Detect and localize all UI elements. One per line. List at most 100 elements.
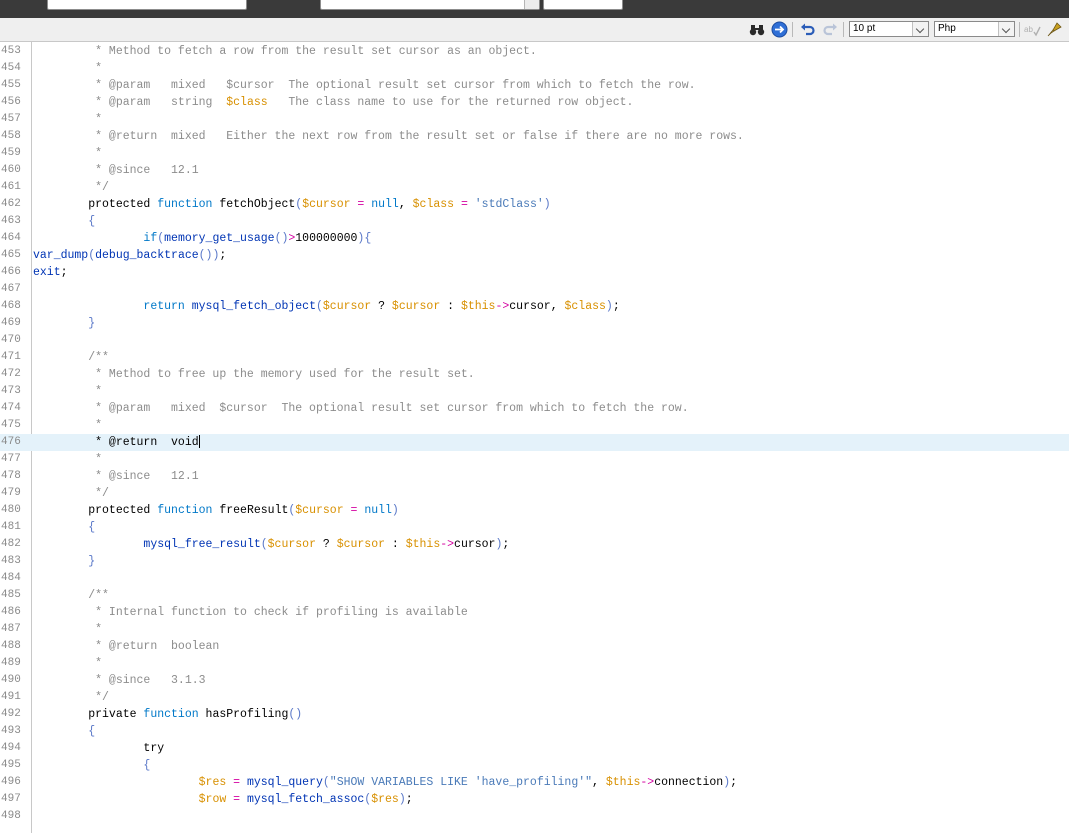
code-line[interactable]: 465 var_dump(debug_backtrace());: [0, 247, 1069, 264]
line-number: 479: [1, 487, 21, 499]
code-editor[interactable]: 453 * Method to fetch a row from the res…: [0, 42, 1069, 833]
syntax-language-value: Php: [938, 23, 956, 34]
font-size-select[interactable]: 10 pt: [849, 21, 929, 37]
code-line[interactable]: 487 *: [0, 621, 1069, 638]
code-line[interactable]: 484: [0, 570, 1069, 587]
code-line[interactable]: 460 * @since 12.1: [0, 162, 1069, 179]
code-token: ): [391, 504, 399, 517]
code-line[interactable]: 481 {: [0, 519, 1069, 536]
line-number: 492: [1, 708, 21, 720]
code-line[interactable]: 498: [0, 808, 1069, 825]
code-token: *: [33, 62, 103, 75]
code-line[interactable]: 478 * @since 12.1: [0, 468, 1069, 485]
code-line[interactable]: 480 protected function freeResult($curso…: [0, 502, 1069, 519]
code-text: * @since 3.1.3: [33, 672, 205, 689]
code-text: * @param mixed $cursor The optional resu…: [33, 77, 695, 94]
code-line[interactable]: 488 * @return boolean: [0, 638, 1069, 655]
code-line[interactable]: 474 * @param mixed $cursor The optional …: [0, 400, 1069, 417]
code-line[interactable]: 454 *: [0, 60, 1069, 77]
code-line[interactable]: 458 * @return mixed Either the next row …: [0, 128, 1069, 145]
code-token: function: [157, 198, 213, 211]
code-line[interactable]: 492 private function hasProfiling(): [0, 706, 1069, 723]
goto-line-icon[interactable]: [771, 21, 788, 38]
syntax-language-select[interactable]: Php: [934, 21, 1015, 37]
code-line[interactable]: 459 *: [0, 145, 1069, 162]
code-line[interactable]: 473 *: [0, 383, 1069, 400]
code-line[interactable]: 496 $res = mysql_query("SHOW VARIABLES L…: [0, 774, 1069, 791]
code-token: return: [143, 300, 185, 313]
code-token: function: [143, 708, 199, 721]
code-line[interactable]: 495 {: [0, 757, 1069, 774]
code-text: mysql_free_result($cursor ? $cursor : $t…: [33, 536, 509, 553]
code-token: ?: [315, 538, 337, 551]
chevron-down-icon[interactable]: [912, 22, 928, 36]
code-line[interactable]: 491 */: [0, 689, 1069, 706]
line-number: 490: [1, 674, 21, 686]
code-line[interactable]: 485 /**: [0, 587, 1069, 604]
code-line[interactable]: 464 if(memory_get_usage()>100000000){: [0, 230, 1069, 247]
line-number: 454: [1, 62, 21, 74]
code-token: hasProfiling: [198, 708, 289, 721]
chevron-down-icon[interactable]: [998, 22, 1014, 36]
code-text: var_dump(debug_backtrace());: [33, 247, 226, 264]
code-line[interactable]: 479 */: [0, 485, 1069, 502]
code-line[interactable]: 497 $row = mysql_fetch_assoc($res);: [0, 791, 1069, 808]
code-line[interactable]: 466 exit;: [0, 264, 1069, 281]
code-token: ;: [612, 300, 620, 313]
code-token: ,: [592, 776, 606, 789]
line-number: 480: [1, 504, 21, 516]
code-line[interactable]: 470: [0, 332, 1069, 349]
code-token: null: [364, 504, 392, 517]
code-token: exit: [33, 266, 61, 279]
code-line[interactable]: 486 * Internal function to check if prof…: [0, 604, 1069, 621]
code-token: * Method to fetch a row from the result …: [33, 45, 537, 58]
code-line[interactable]: 494 try: [0, 740, 1069, 757]
code-line[interactable]: 472 * Method to free up the memory used …: [0, 366, 1069, 383]
toolbar-separator: [1019, 22, 1020, 37]
code-line[interactable]: 468 return mysql_fetch_object($cursor ? …: [0, 298, 1069, 315]
spellcheck-icon[interactable]: ab: [1024, 21, 1041, 38]
code-line[interactable]: 490 * @since 3.1.3: [0, 672, 1069, 689]
top-input-field[interactable]: [47, 0, 247, 10]
code-line-active[interactable]: 476 * @return void: [0, 434, 1069, 451]
code-token: $cursor: [302, 198, 351, 211]
line-number: 473: [1, 385, 21, 397]
dropdown-arrow-icon[interactable]: [524, 0, 539, 9]
code-line[interactable]: 489 *: [0, 655, 1069, 672]
code-text: {: [33, 213, 95, 230]
redo-icon[interactable]: [822, 21, 839, 38]
code-token: * Method to free up the memory used for …: [33, 368, 475, 381]
code-line[interactable]: 457 *: [0, 111, 1069, 128]
code-line[interactable]: 456 * @param string $class The class nam…: [0, 94, 1069, 111]
code-token: }: [33, 555, 96, 568]
find-replace-icon[interactable]: [748, 21, 765, 38]
top-select-field[interactable]: [320, 0, 540, 10]
code-line[interactable]: 461 */: [0, 179, 1069, 196]
code-line[interactable]: 455 * @param mixed $cursor The optional …: [0, 77, 1069, 94]
code-token: connection: [654, 776, 724, 789]
code-line[interactable]: 475 *: [0, 417, 1069, 434]
top-small-field[interactable]: [543, 0, 623, 10]
code-token: * @return boolean: [33, 640, 220, 653]
line-number: 483: [1, 555, 21, 567]
code-line[interactable]: 493 {: [0, 723, 1069, 740]
code-token: * @param string: [33, 96, 227, 109]
code-line[interactable]: 462 protected function fetchObject($curs…: [0, 196, 1069, 213]
code-token: {: [33, 759, 151, 772]
clean-brush-icon[interactable]: [1046, 21, 1063, 38]
code-token: ->: [640, 776, 655, 789]
undo-icon[interactable]: [799, 21, 816, 38]
code-line[interactable]: 453 * Method to fetch a row from the res…: [0, 43, 1069, 60]
code-text: * @since 12.1: [33, 162, 199, 179]
code-line[interactable]: 463 {: [0, 213, 1069, 230]
code-line[interactable]: 482 mysql_free_result($cursor ? $cursor …: [0, 536, 1069, 553]
code-line[interactable]: 467: [0, 281, 1069, 298]
code-token: * @since 12.1: [33, 164, 199, 177]
code-line[interactable]: 471 /**: [0, 349, 1069, 366]
code-line[interactable]: 483 }: [0, 553, 1069, 570]
code-line[interactable]: 477 *: [0, 451, 1069, 468]
text-caret: [198, 435, 200, 449]
code-token: ;: [730, 776, 738, 789]
code-line[interactable]: 469 }: [0, 315, 1069, 332]
